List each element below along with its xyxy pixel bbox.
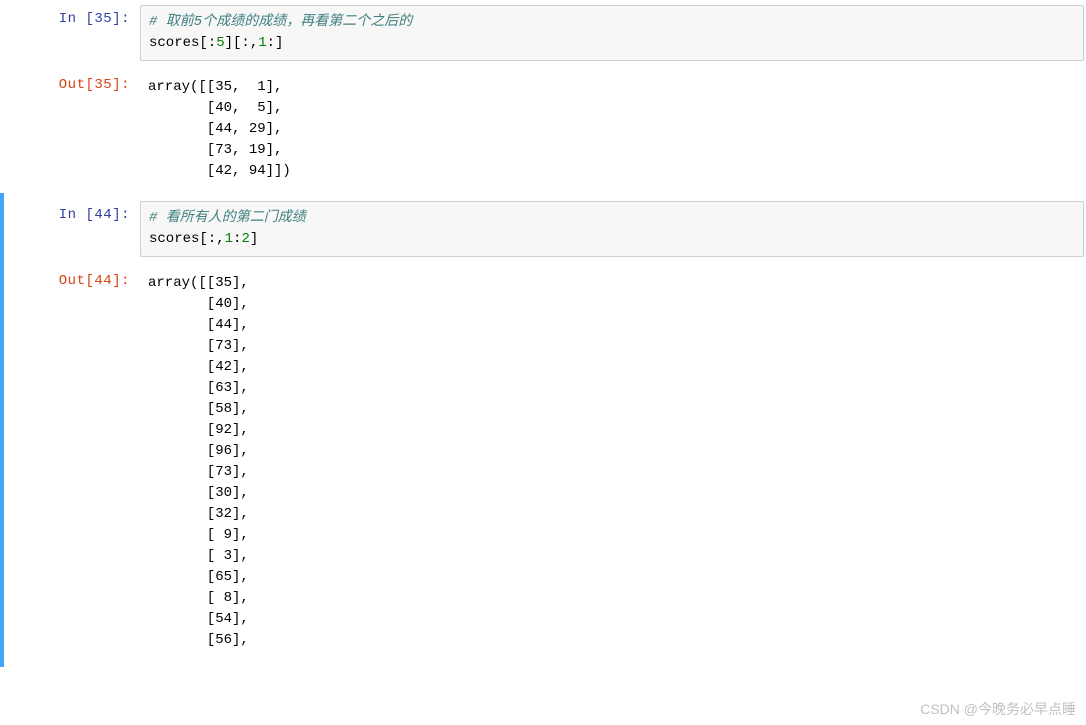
prompt-in: In [35]: [0,5,140,61]
in-label: In [35]: [59,11,130,27]
active-cell-group: In [44]: # 看所有人的第二门成绩 scores[:,1:2] Out[… [0,193,1086,667]
prompt-out: Out[44]: [6,267,140,657]
code-cell: In [35]: # 取前5个成绩的成绩，再看第二个之后的 scores[:5]… [0,0,1086,66]
prompt-in: In [44]: [6,201,140,257]
code-comment: # 看所有人的第二门成绩 [149,210,306,226]
output-cell: Out[44]: array([[35], [40], [44], [73], … [6,262,1086,662]
prompt-out: Out[35]: [0,71,140,188]
output-text: array([[35, 1], [40, 5], [44, 29], [73, … [140,71,1086,188]
code-input-area[interactable]: # 看所有人的第二门成绩 scores[:,1:2] [140,201,1084,257]
code-cell: In [44]: # 看所有人的第二门成绩 scores[:,1:2] [6,198,1086,262]
output-cell: Out[35]: array([[35, 1], [40, 5], [44, 2… [0,66,1086,193]
in-label: In [44]: [59,207,130,223]
code-line: scores[:5][:,1:] [149,35,283,51]
out-label: Out[44]: [59,273,130,289]
output-text: array([[35], [40], [44], [73], [42], [63… [140,267,1086,657]
code-line: scores[:,1:2] [149,231,258,247]
code-comment: # 取前5个成绩的成绩，再看第二个之后的 [149,14,412,30]
code-input-area[interactable]: # 取前5个成绩的成绩，再看第二个之后的 scores[:5][:,1:] [140,5,1084,61]
watermark-text: CSDN @今晚务必早点睡 [920,699,1076,719]
out-label: Out[35]: [59,77,130,93]
